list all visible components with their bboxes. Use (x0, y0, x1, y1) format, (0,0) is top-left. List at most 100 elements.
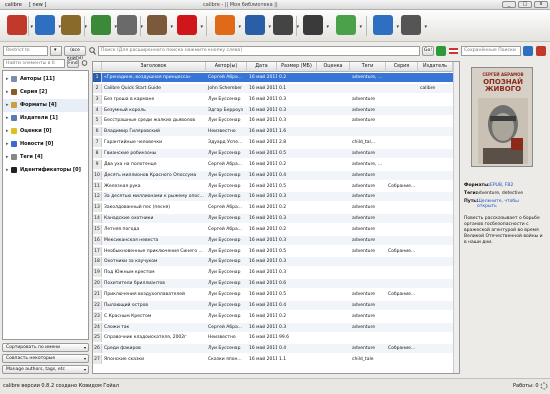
table-row[interactable]: 1 «Гренадине, воздушная принцесса» Сергей … (93, 73, 459, 82)
column-header-size[interactable]: Размер (МБ) (277, 62, 317, 72)
titlebar-tab-new[interactable]: [ new ] (26, 1, 49, 9)
tag-browser-item[interactable]: ▸ Оценки [0] (3, 125, 88, 138)
path-link[interactable]: Щелкните, чтобы открыть (477, 199, 532, 209)
maximize-button[interactable]: □ (518, 1, 532, 8)
search-input[interactable]: Поиск (Для расширенного поиска нажмите к… (98, 46, 420, 56)
search-history-icon[interactable] (436, 46, 446, 56)
delete-search-icon[interactable] (536, 46, 546, 56)
convert-books-button[interactable]: ▾ (58, 13, 87, 39)
table-row[interactable]: 5 Бесстрашные среди жалких дьяволов Луи Бу… (93, 116, 459, 126)
remove-books-button[interactable]: ▾ (333, 13, 362, 39)
jobs-count[interactable]: Работы: 0 (513, 383, 539, 389)
cell-authors: Луи Буссенар (208, 346, 241, 352)
table-row[interactable]: 15 Летняя погода Сергей Абра... 16 май 2011… (93, 224, 459, 234)
titlebar-tab-calibre[interactable]: calibre (2, 1, 25, 9)
chevron-down-icon[interactable]: ▾ (200, 24, 203, 30)
go-button[interactable]: Go! (422, 46, 434, 56)
view-book-button[interactable]: ▾ (88, 13, 117, 39)
table-scrollbar[interactable] (453, 62, 459, 373)
chevron-down-icon[interactable]: ▾ (238, 24, 241, 30)
column-header-tags[interactable]: Теги (350, 62, 386, 72)
table-row[interactable]: 21 Приключения воздухоплавателей Луи Буссе… (93, 290, 459, 299)
table-row[interactable]: 19 Под Южным крестом Луи Буссенар 16 май 20… (93, 268, 459, 278)
column-header-authors[interactable]: Автор(ы) (206, 62, 247, 72)
table-row[interactable]: 20 Похитители бриллиантов Луи Буссенар 16 м… (93, 279, 459, 289)
help-button[interactable]: ▾ (370, 13, 399, 39)
table-row[interactable]: 10 Десять миллионов Красного Опоссума Луи … (93, 170, 459, 180)
table-row[interactable]: 11 Железная рука Луи Буссенар 16 май 2011 0.… (93, 181, 459, 191)
chevron-down-icon[interactable]: ▾ (424, 24, 427, 30)
table-row[interactable]: 13 Заколдованный пес (песня) Сергей Абра..… (93, 203, 459, 213)
tag-browser-item[interactable]: ▸ Серия [2] (3, 86, 88, 99)
table-row[interactable]: 9 Два уха на полотенце Сергей Абра... 16 ма… (93, 159, 459, 169)
book-cover[interactable]: СЕРГЕЙ АБРАМОВ ОПОЗНАЙ ЖИВОГО (471, 67, 533, 167)
match-select[interactable]: Совпасть некоторые ▾ (2, 354, 89, 363)
library-button[interactable]: ▾ (300, 13, 329, 39)
all-books-button[interactable]: (все книги) (64, 46, 86, 61)
column-header-title[interactable]: Заголовок (102, 62, 206, 72)
cell-date: 16 май 2011 (249, 129, 277, 135)
send-to-device-button[interactable]: ▾ (270, 13, 299, 39)
restrict-dropdown-button[interactable]: ▾ (50, 46, 62, 56)
expand-arrow-icon[interactable]: ▸ (6, 99, 9, 112)
table-row[interactable]: 6 Владимир Гиляровский Неизвестно 16 май 20… (93, 127, 459, 137)
table-row[interactable]: 7 Гарантийные человечки Эдуард Успе... 16 м… (93, 138, 459, 148)
save-search-icon[interactable] (523, 46, 533, 56)
table-row[interactable]: 27 Японские сказки Сказки япон... 16 май 20… (93, 355, 459, 365)
table-row[interactable]: 17 Необыкновенные приключения Синего ... Л… (93, 246, 459, 256)
minimize-button[interactable]: _ (502, 1, 516, 8)
sort-by-select[interactable]: Сортировать по имени ▾ (2, 343, 89, 352)
table-row[interactable]: 24 Сложи так Сергей Абра... 16 май 2011 0.3 a… (93, 322, 459, 332)
table-row[interactable]: 23 С Красным Крестом Луи Буссенар 16 май 20… (93, 311, 459, 321)
tag-browser-find-button[interactable]: Find (67, 59, 79, 68)
table-row[interactable]: 25 Справочник кладоискателя, 2002г Неизвес… (93, 333, 459, 343)
donate-heart-button[interactable]: ▾ (174, 13, 203, 39)
chevron-down-icon[interactable]: ▾ (359, 24, 362, 30)
chevron-down-icon[interactable]: ▾ (170, 24, 173, 30)
table-row[interactable]: 12 За десятью миллионами к рыжему опос...… (93, 192, 459, 202)
tag-browser-item[interactable]: ▸ Теги [4] (3, 151, 88, 164)
tag-browser-item[interactable]: ▸ Авторы [11] (3, 73, 88, 86)
tag-browser-search-icon[interactable] (81, 59, 89, 68)
expand-arrow-icon[interactable]: ▸ (6, 112, 9, 125)
table-row[interactable]: 8 Гвианские робинзоны Луи Буссенар 16 май 2… (93, 148, 459, 158)
advanced-search-icon[interactable] (89, 46, 96, 56)
fetch-news-button[interactable]: ▾ (114, 13, 143, 39)
column-header-series[interactable]: Серия (386, 62, 418, 72)
table-row[interactable]: 16 Мексиканская невеста Луи Буссенар 16 май… (93, 235, 459, 245)
cell-publisher (418, 355, 453, 364)
expand-arrow-icon[interactable]: ▸ (6, 164, 9, 177)
column-header-rating[interactable]: Оценка (317, 62, 350, 72)
expand-arrow-icon[interactable]: ▸ (6, 73, 9, 86)
table-row[interactable]: 22 Пылающий остров Луи Буссенар 16 май 2011… (93, 300, 459, 310)
table-row[interactable]: 26 Среди факиров Луи Буссенар 16 май 2011 0.… (93, 344, 459, 354)
preferences-button[interactable]: ▾ (398, 13, 427, 39)
column-header-publisher[interactable]: Издатель (418, 62, 453, 72)
tag-browser-item[interactable]: ▸ Идентификаторы [0] (3, 164, 88, 177)
manage-authors-button[interactable]: Manage authors, tags, etc ▾ (2, 365, 89, 374)
table-row[interactable]: 14 Канадские охотники Луи Буссенар 16 май 2… (93, 214, 459, 224)
get-books-button[interactable]: ▾ (144, 13, 173, 39)
saved-searches-input[interactable]: Сохранённые Поиски (461, 46, 521, 56)
close-button[interactable]: x (534, 1, 548, 8)
connect-share-button[interactable]: ▾ (242, 13, 271, 39)
tag-browser-item[interactable]: ▸ Форматы [4] (3, 99, 88, 112)
table-row[interactable]: 2 Calibre Quick Start Guide John Schember 1… (93, 83, 459, 93)
restrict-to-select[interactable]: Restrict to (3, 46, 48, 56)
expand-arrow-icon[interactable]: ▸ (6, 138, 9, 151)
tag-browser-find-input[interactable]: Найти элементы в б (3, 59, 65, 68)
expand-arrow-icon[interactable]: ▸ (6, 125, 9, 138)
add-books-button[interactable]: ▾ (4, 13, 33, 39)
table-row[interactable]: 18 Охотники за каучуком Луи Буссенар 16 май… (93, 257, 459, 267)
formats-value[interactable]: EPUB, FB2 (490, 183, 513, 188)
fetch-news-n-button[interactable]: ▾ (212, 13, 241, 39)
tag-browser-item[interactable]: ▸ Издатели [1] (3, 112, 88, 125)
table-row[interactable]: 3 Без гроша в кармане Луи Буссенар 16 май 2… (93, 94, 459, 104)
column-header-date[interactable]: Дата (247, 62, 277, 72)
chevron-down-icon[interactable]: ▾ (326, 24, 329, 30)
table-row[interactable]: 4 Безумный король Эдгар Берроуз 16 май 2011… (93, 105, 459, 115)
edit-metadata-button[interactable]: ▾ (32, 13, 61, 39)
expand-arrow-icon[interactable]: ▸ (6, 86, 9, 99)
expand-arrow-icon[interactable]: ▸ (6, 151, 9, 164)
tag-browser-item[interactable]: ▸ Новости [0] (3, 138, 88, 151)
